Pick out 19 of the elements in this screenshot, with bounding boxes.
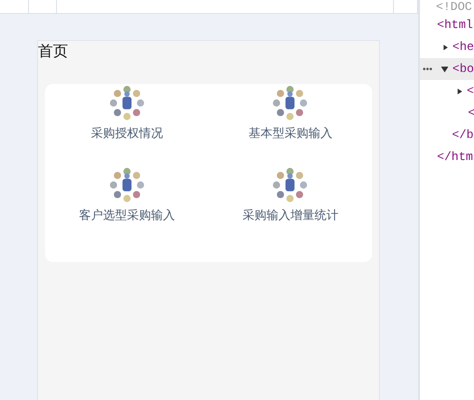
more-icon[interactable] [423,67,432,71]
closing-tag: </htm [437,150,474,164]
app-icon [108,166,145,204]
app-icon [108,84,145,122]
expand-icon[interactable] [457,86,463,96]
app-icon [272,166,308,204]
menu-item[interactable]: 采购输入增量统计 [208,166,372,238]
element-tag[interactable]: <he [452,40,474,54]
element-tag[interactable]: <html [437,18,474,32]
collapse-icon[interactable] [441,64,448,74]
menu-item[interactable]: 基本型采购输入 [208,84,372,156]
closing-tag: </b [452,128,474,142]
menu-item[interactable]: 客户选型采购输入 [45,166,208,238]
page-title: 首页 [38,41,68,61]
element-tag[interactable]: < [466,84,474,98]
doctype-tag: <!DOC [436,0,472,14]
expand-icon[interactable] [443,42,448,52]
menu-item[interactable]: 采购授权情况 [45,84,208,156]
app-icon [272,84,308,122]
